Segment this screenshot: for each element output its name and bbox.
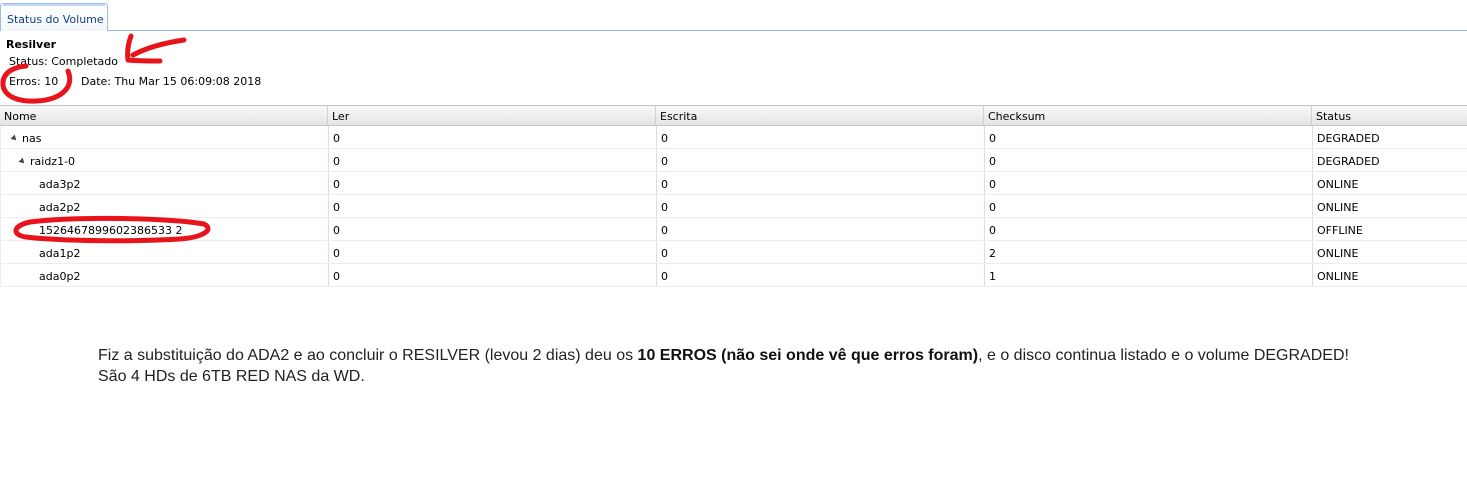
device-name: nas bbox=[22, 132, 42, 145]
checksum-errors: 1 bbox=[985, 264, 1313, 286]
expand-arrow-icon[interactable] bbox=[18, 157, 27, 166]
expand-arrow-icon[interactable] bbox=[10, 134, 19, 143]
table-row[interactable]: ada0p2 0 0 1 ONLINE bbox=[0, 264, 1467, 287]
table-row[interactable]: ada2p2 0 0 0 ONLINE bbox=[0, 195, 1467, 218]
read-errors: 0 bbox=[329, 241, 657, 263]
checksum-errors: 0 bbox=[985, 126, 1313, 148]
checksum-errors: 0 bbox=[985, 149, 1313, 171]
device-status: DEGRADED bbox=[1317, 132, 1380, 145]
tree-node-cell: raidz1-0 bbox=[1, 149, 329, 171]
message-line-2: São 4 HDs de 6TB RED NAS da WD. bbox=[98, 368, 365, 385]
device-name: ada2p2 bbox=[1, 195, 329, 217]
device-status: OFFLINE bbox=[1317, 224, 1363, 237]
write-errors: 0 bbox=[657, 195, 985, 217]
write-errors: 0 bbox=[657, 126, 985, 148]
tab-status-do-volume[interactable]: Status do Volume bbox=[0, 3, 108, 31]
column-header-nome[interactable]: Nome bbox=[0, 106, 328, 125]
device-status: ONLINE bbox=[1317, 247, 1359, 260]
resilver-errors: Erros: 10 bbox=[9, 75, 59, 88]
forum-message: Fiz a substituição do ADA2 e ao concluir… bbox=[98, 345, 1458, 387]
device-status: ONLINE bbox=[1317, 178, 1359, 191]
device-name: ada0p2 bbox=[1, 264, 329, 286]
volume-status-grid: Nome Ler Escrita Checksum Status nas 0 0… bbox=[0, 105, 1467, 287]
device-status: ONLINE bbox=[1317, 201, 1359, 214]
tree-node-cell: nas bbox=[1, 126, 329, 148]
checksum-errors: 0 bbox=[985, 195, 1313, 217]
tab-bar: Status do Volume bbox=[0, 0, 1467, 31]
table-row[interactable]: raidz1-0 0 0 0 DEGRADED bbox=[0, 149, 1467, 172]
read-errors: 0 bbox=[329, 172, 657, 194]
read-errors: 0 bbox=[329, 195, 657, 217]
device-status: DEGRADED bbox=[1317, 155, 1380, 168]
read-errors: 0 bbox=[329, 264, 657, 286]
read-errors: 0 bbox=[329, 218, 657, 240]
checksum-errors: 0 bbox=[985, 218, 1313, 240]
device-name: ada3p2 bbox=[1, 172, 329, 194]
column-header-ler[interactable]: Ler bbox=[328, 106, 656, 125]
message-text: Fiz a substituição do ADA2 e ao concluir… bbox=[98, 347, 638, 364]
table-row[interactable]: ada3p2 0 0 0 ONLINE bbox=[0, 172, 1467, 195]
message-bold-text: 10 ERROS (não sei onde vê que erros fora… bbox=[637, 347, 979, 364]
red-arrow-annotation bbox=[125, 33, 187, 64]
write-errors: 0 bbox=[657, 241, 985, 263]
column-header-escrita[interactable]: Escrita bbox=[656, 106, 984, 125]
resilver-title: Resilver bbox=[6, 38, 57, 51]
checksum-errors: 0 bbox=[985, 172, 1313, 194]
grid-header: Nome Ler Escrita Checksum Status bbox=[0, 105, 1467, 126]
table-row[interactable]: nas 0 0 0 DEGRADED bbox=[0, 126, 1467, 149]
message-text: , e o disco continua listado e o volume … bbox=[978, 347, 1349, 364]
write-errors: 0 bbox=[657, 149, 985, 171]
column-header-checksum[interactable]: Checksum bbox=[984, 106, 1312, 125]
checksum-errors: 2 bbox=[985, 241, 1313, 263]
write-errors: 0 bbox=[657, 172, 985, 194]
table-row[interactable]: 1526467899602386533 2 0 0 0 OFFLINE bbox=[0, 218, 1467, 241]
device-name: 1526467899602386533 2 bbox=[1, 218, 329, 240]
device-name: ada1p2 bbox=[1, 241, 329, 263]
table-row[interactable]: ada1p2 0 0 2 ONLINE bbox=[0, 241, 1467, 264]
device-name: raidz1-0 bbox=[30, 155, 76, 168]
write-errors: 0 bbox=[657, 218, 985, 240]
read-errors: 0 bbox=[329, 149, 657, 171]
tab-label: Status do Volume bbox=[7, 13, 104, 26]
resilver-status: Status: Completado bbox=[9, 55, 118, 68]
resilver-info: Resilver Status: Completado Erros: 10 Da… bbox=[6, 38, 261, 88]
write-errors: 0 bbox=[657, 264, 985, 286]
device-status: ONLINE bbox=[1317, 270, 1359, 283]
message-line-1: Fiz a substituição do ADA2 e ao concluir… bbox=[98, 345, 1458, 366]
resilver-date: Date: Thu Mar 15 06:09:08 2018 bbox=[81, 75, 262, 88]
column-header-status[interactable]: Status bbox=[1312, 106, 1467, 125]
read-errors: 0 bbox=[329, 126, 657, 148]
